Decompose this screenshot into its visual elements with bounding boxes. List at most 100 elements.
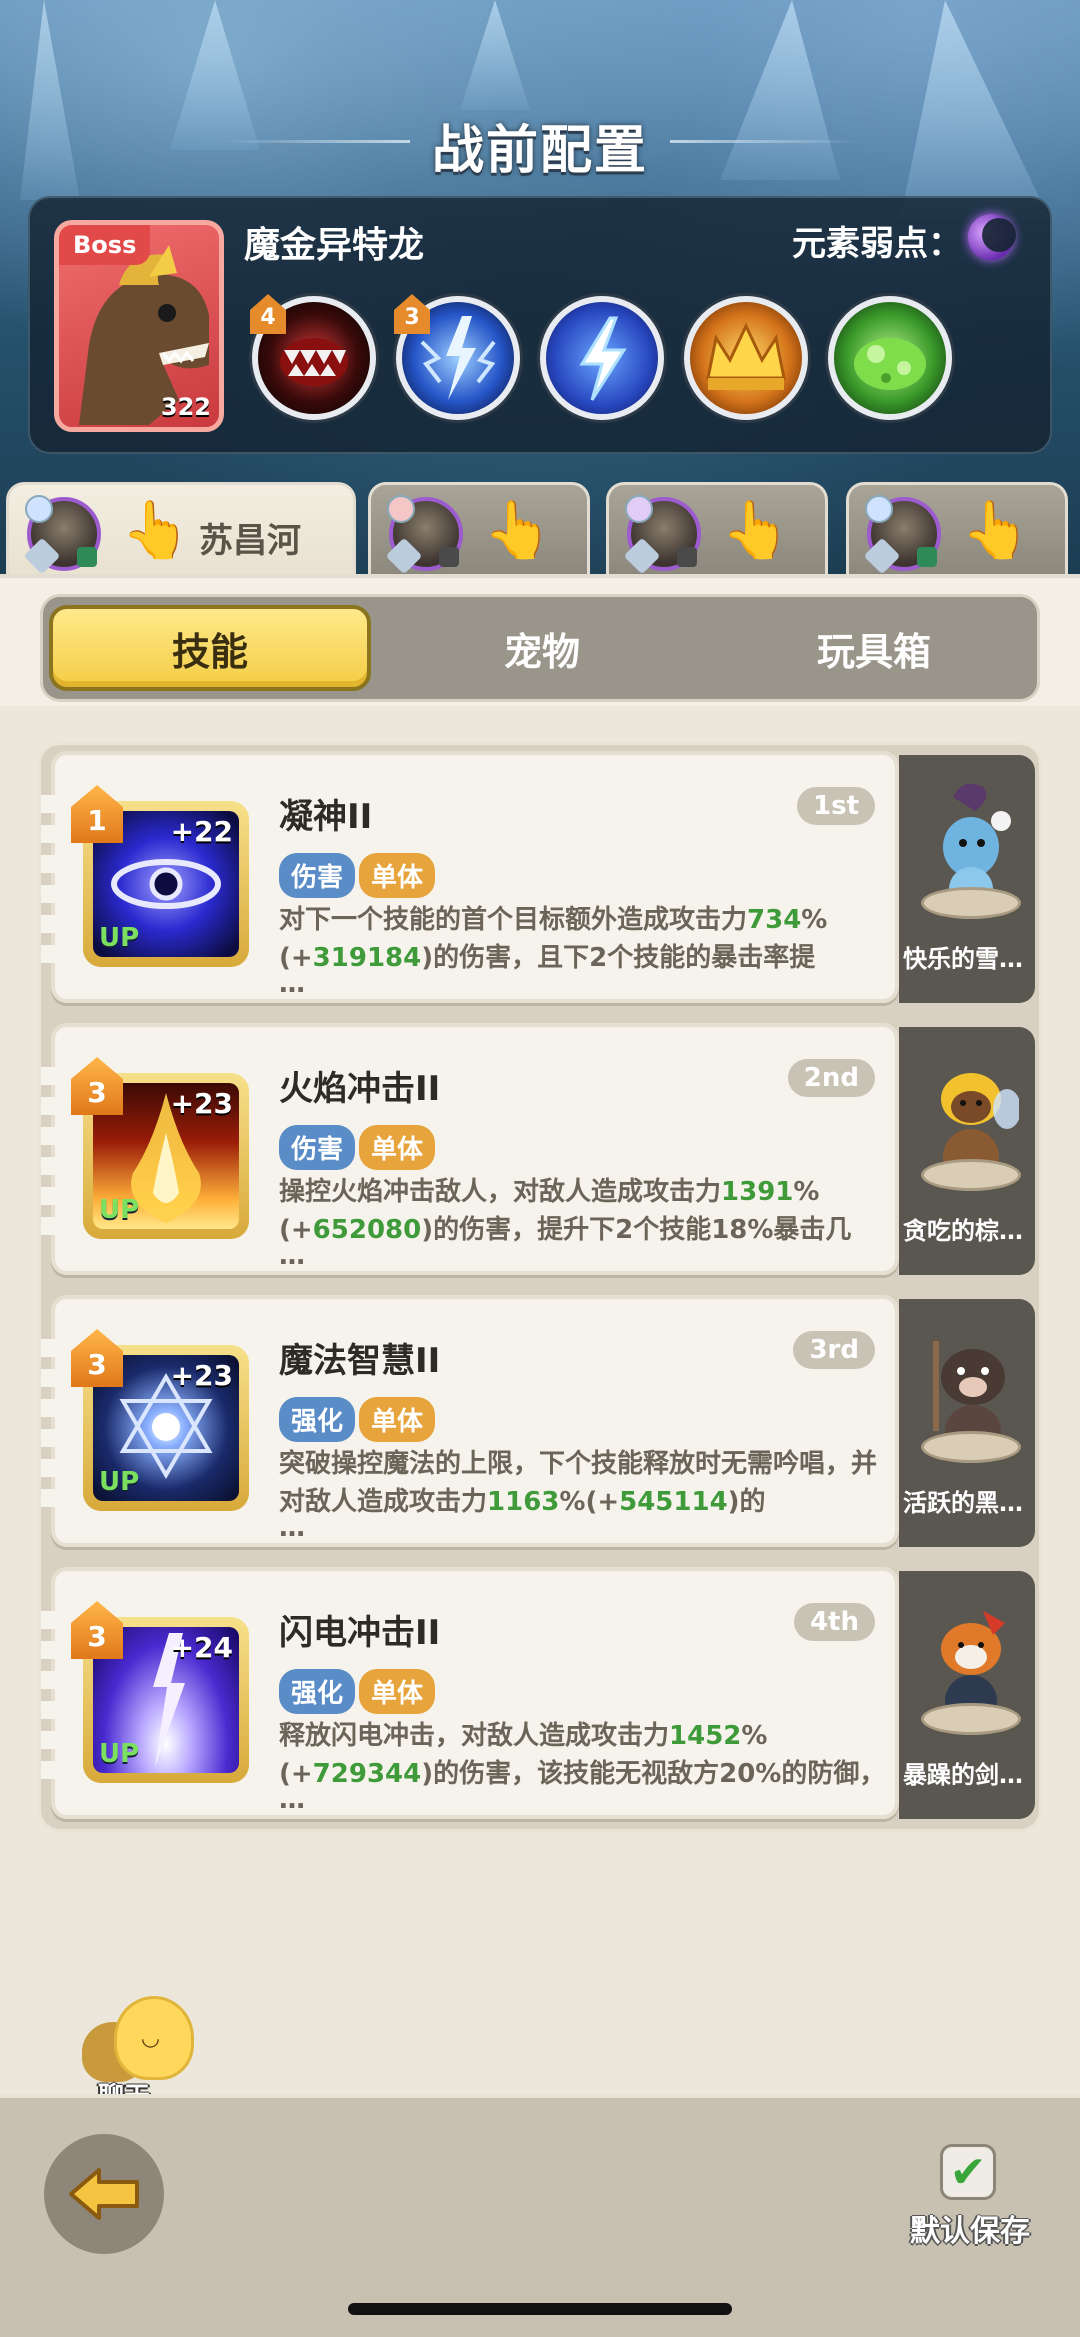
- skill-level-badge: 3: [71, 1057, 123, 1115]
- check-badge-icon: [77, 547, 97, 567]
- category-tabs: 技能 宠物 玩具箱: [40, 594, 1040, 702]
- chat-button[interactable]: ◡ 聊天: [78, 1996, 198, 2112]
- sword-icon: [863, 537, 901, 575]
- skill-plus-level: +23: [170, 1359, 233, 1392]
- boss-tag: Boss: [59, 225, 151, 265]
- lightning-bolt-icon: [579, 316, 627, 401]
- pet-name: 活跃的黑…: [903, 1489, 1023, 1517]
- player-tab-2[interactable]: 👆: [368, 482, 590, 578]
- back-button[interactable]: [44, 2134, 164, 2254]
- skill-up-indicator: UP: [99, 1739, 140, 1769]
- status-badge-icon: [439, 547, 459, 567]
- pet-pedestal: [921, 1431, 1021, 1463]
- skill-tag-target: 单体: [359, 1397, 436, 1442]
- skill-tag-type: 伤害: [279, 1125, 356, 1170]
- skill-tag-target: 单体: [359, 853, 436, 898]
- skill-description: 对下一个技能的首个目标额外造成攻击力734%(+319184)的伤害，且下2个技…: [279, 905, 828, 999]
- boss-portrait[interactable]: Boss 322: [54, 220, 224, 432]
- boss-skill-lightning-burst[interactable]: 3: [394, 294, 520, 420]
- boss-level: 322: [160, 393, 211, 421]
- skill-card-2[interactable]: 3 +23 UP 火焰冲击II 2nd 伤害 单体 操控火焰冲击敌人，对敌人造成…: [41, 1023, 899, 1275]
- pet-slot-4[interactable]: 暴躁的剑…: [899, 1571, 1035, 1819]
- skill-level-badge: 1: [71, 785, 123, 843]
- skill-name: 闪电冲击II: [279, 1613, 441, 1653]
- boss-skill-green-slime[interactable]: [828, 296, 952, 420]
- pet-pedestal: [921, 1159, 1021, 1191]
- player-tab-1[interactable]: 👆 苏昌河: [6, 482, 356, 578]
- boss-skill-lightning-bolt[interactable]: [540, 296, 664, 420]
- boss-panel: Boss 322 魔金异特龙 元素弱点： 4 3: [28, 196, 1052, 454]
- boss-skill-golden-crown[interactable]: [684, 296, 808, 420]
- moon-icon[interactable]: [968, 214, 1016, 260]
- hand-tap-icon: 👆: [961, 498, 1031, 563]
- skill-name: 魔法智慧II: [279, 1341, 441, 1381]
- player-name: 苏昌河: [199, 521, 301, 561]
- default-save-toggle[interactable]: ✔ 默认保存: [890, 2144, 1050, 2254]
- hand-tap-icon: 👆: [721, 498, 791, 563]
- skill-tag-target: 单体: [359, 1669, 436, 1714]
- skill-card-3[interactable]: 3 +23 UP 魔法智慧II 3rd 强化 单体 突破操控魔法的上限，下个技能…: [41, 1295, 899, 1547]
- pet-name: 快乐的雪…: [903, 945, 1023, 973]
- check-badge-icon: [917, 547, 937, 567]
- tab-skills[interactable]: 技能: [49, 605, 371, 691]
- hand-tap-icon: 👆: [121, 498, 191, 563]
- skill-plus-level: +24: [170, 1631, 233, 1664]
- boss-skill-fang-mouth[interactable]: 4: [250, 294, 376, 420]
- skill-tag-type: 强化: [279, 1669, 356, 1714]
- golden-crown-spikes-icon: [706, 322, 786, 390]
- pet-name: 贪吃的棕…: [903, 1217, 1023, 1245]
- skill-order-badge: 3rd: [793, 1331, 875, 1369]
- skill-level-badge: 3: [71, 1329, 123, 1387]
- skill-card-4[interactable]: 3 +24 UP 闪电冲击II 4th 强化 单体 释放闪电冲击，对敌人造成攻击…: [41, 1567, 899, 1819]
- player-avatar: [863, 495, 941, 575]
- status-badge-icon: [677, 547, 697, 567]
- player-tab-4[interactable]: 👆: [846, 482, 1068, 578]
- sword-icon: [23, 537, 61, 575]
- page-title: 战前配置: [431, 121, 648, 181]
- skill-order-badge: 1st: [797, 787, 875, 825]
- boss-skill-level-badge: 3: [394, 294, 430, 334]
- skill-plus-level: +22: [170, 815, 233, 848]
- skill-card-1[interactable]: 1 +22 UP 凝神II 1st 伤害 单体 对下一个技能的首个目标额外造成攻…: [41, 751, 899, 1003]
- home-indicator[interactable]: [348, 2303, 732, 2315]
- default-save-label: 默认保存: [910, 2214, 1030, 2249]
- fire-element-icon: [387, 495, 415, 523]
- smile-face-icon: ◡: [142, 2026, 159, 2051]
- pet-name: 暴躁的剑…: [903, 1761, 1023, 1789]
- boss-name: 魔金异特龙: [244, 225, 425, 266]
- skill-tag-target: 单体: [359, 1125, 436, 1170]
- player-avatar: [385, 495, 463, 575]
- skill-order-badge: 4th: [793, 1603, 875, 1641]
- content-panel: 技能 宠物 玩具箱 1 +22 UP 凝神II 1st 伤害 单体 对下一个技能…: [0, 574, 1080, 2094]
- pet-slot-1[interactable]: 快乐的雪…: [899, 755, 1035, 1003]
- skill-up-indicator: UP: [99, 1467, 140, 1497]
- skill-order-badge: 2nd: [787, 1059, 875, 1097]
- pet-slot-3[interactable]: 活跃的黑…: [899, 1299, 1035, 1547]
- skill-tag-type: 伤害: [279, 853, 356, 898]
- boss-skill-level-badge: 4: [250, 294, 286, 334]
- back-arrow-icon: [69, 2168, 139, 2220]
- sword-icon: [385, 537, 423, 575]
- green-slime-icon: [854, 338, 926, 390]
- player-avatar: [623, 495, 701, 575]
- player-avatar: [23, 495, 101, 575]
- wind-element-icon: [865, 495, 893, 523]
- skill-name: 凝神II: [279, 797, 373, 837]
- ice-element-icon: [25, 495, 53, 523]
- skill-description: 释放闪电冲击，对敌人造成攻击力1452%(+729344)的伤害，该技能无视敌方…: [279, 1721, 886, 1815]
- skill-description: 突破操控魔法的上限，下个技能释放时无需吟唱，并对敌人造成攻击力1163%(+54…: [279, 1449, 878, 1543]
- bottom-bar: ✔ 默认保存: [0, 2094, 1080, 2337]
- player-tab-3[interactable]: 👆: [606, 482, 828, 578]
- skill-list: 1 +22 UP 凝神II 1st 伤害 单体 对下一个技能的首个目标额外造成攻…: [38, 742, 1042, 1832]
- tab-toybox[interactable]: 玩具箱: [713, 605, 1035, 691]
- moon-element-icon: [625, 495, 653, 523]
- skill-icon-frame: 1 +22 UP: [71, 785, 249, 967]
- checkbox-checked-icon[interactable]: ✔: [940, 2144, 996, 2200]
- pet-pedestal: [921, 887, 1021, 919]
- skill-tag-type: 强化: [279, 1397, 356, 1442]
- skill-icon-frame: 3 +24 UP: [71, 1601, 249, 1783]
- pet-pedestal: [921, 1703, 1021, 1735]
- skill-plus-level: +23: [170, 1087, 233, 1120]
- pet-slot-2[interactable]: 贪吃的棕…: [899, 1027, 1035, 1275]
- tab-pets[interactable]: 宠物: [381, 605, 703, 691]
